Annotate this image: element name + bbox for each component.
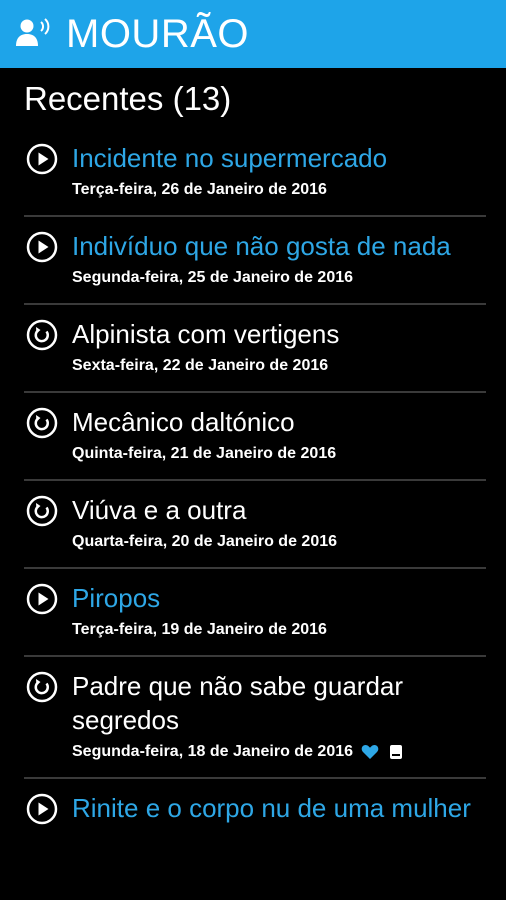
episode-item[interactable]: Mecânico daltónico Quinta-feira, 21 de J… [24,393,486,481]
episode-date: Quinta-feira, 21 de Janeiro de 2016 [72,445,337,462]
episode-date: Segunda-feira, 25 de Janeiro de 2016 [72,269,354,286]
play-circle-icon[interactable] [26,231,58,263]
episode-date: Quarta-feira, 20 de Janeiro de 2016 [72,533,338,550]
episode-title: Incidente no supermercado [72,143,388,173]
play-circle-icon[interactable] [26,793,58,825]
episode-date: Terça-feira, 19 de Janeiro de 2016 [72,621,327,638]
app-bar: MOURÃO [0,0,506,68]
episode-title: Viúva e a outra [72,495,247,525]
episode-item[interactable]: Indivíduo que não gosta de nada Segunda-… [24,217,486,305]
saved-icon [387,743,405,761]
episode-item[interactable]: Viúva e a outra Quarta-feira, 20 de Jane… [24,481,486,569]
episode-date: Terça-feira, 26 de Janeiro de 2016 [72,181,327,198]
heart-icon [361,743,379,761]
episode-item[interactable]: Padre que não sabe guardar segredos Segu… [24,657,486,779]
episode-title: Piropos [72,583,161,613]
app-title: MOURÃO [66,11,249,56]
play-circle-icon[interactable] [26,583,58,615]
section-title: Recentes (13) [24,80,232,117]
episode-date: Sexta-feira, 22 de Janeiro de 2016 [72,357,329,374]
play-circle-icon[interactable] [26,143,58,175]
replay-circle-icon[interactable] [26,407,58,439]
episode-title: Mecânico daltónico [72,407,295,437]
replay-circle-icon[interactable] [26,671,58,703]
episode-item[interactable]: Piropos Terça-feira, 19 de Janeiro de 20… [24,569,486,657]
episode-title: Alpinista com vertigens [72,319,340,349]
episode-item[interactable]: Incidente no supermercado Terça-feira, 2… [24,129,486,217]
replay-circle-icon[interactable] [26,495,58,527]
episode-item[interactable]: Alpinista com vertigens Sexta-feira, 22 … [24,305,486,393]
replay-circle-icon[interactable] [26,319,58,351]
episode-title: Rinite e o corpo nu de uma mulher [72,793,471,823]
episode-title: Indivíduo que não gosta de nada [72,231,451,261]
episode-date: Segunda-feira, 18 de Janeiro de 2016 [72,743,354,760]
speaking-person-icon[interactable] [14,14,54,54]
episode-title: Padre que não sabe guardar segredos [72,671,404,735]
episode-item[interactable]: Rinite e o corpo nu de uma mulher [24,779,486,841]
episode-list: Incidente no supermercado Terça-feira, 2… [24,129,486,841]
